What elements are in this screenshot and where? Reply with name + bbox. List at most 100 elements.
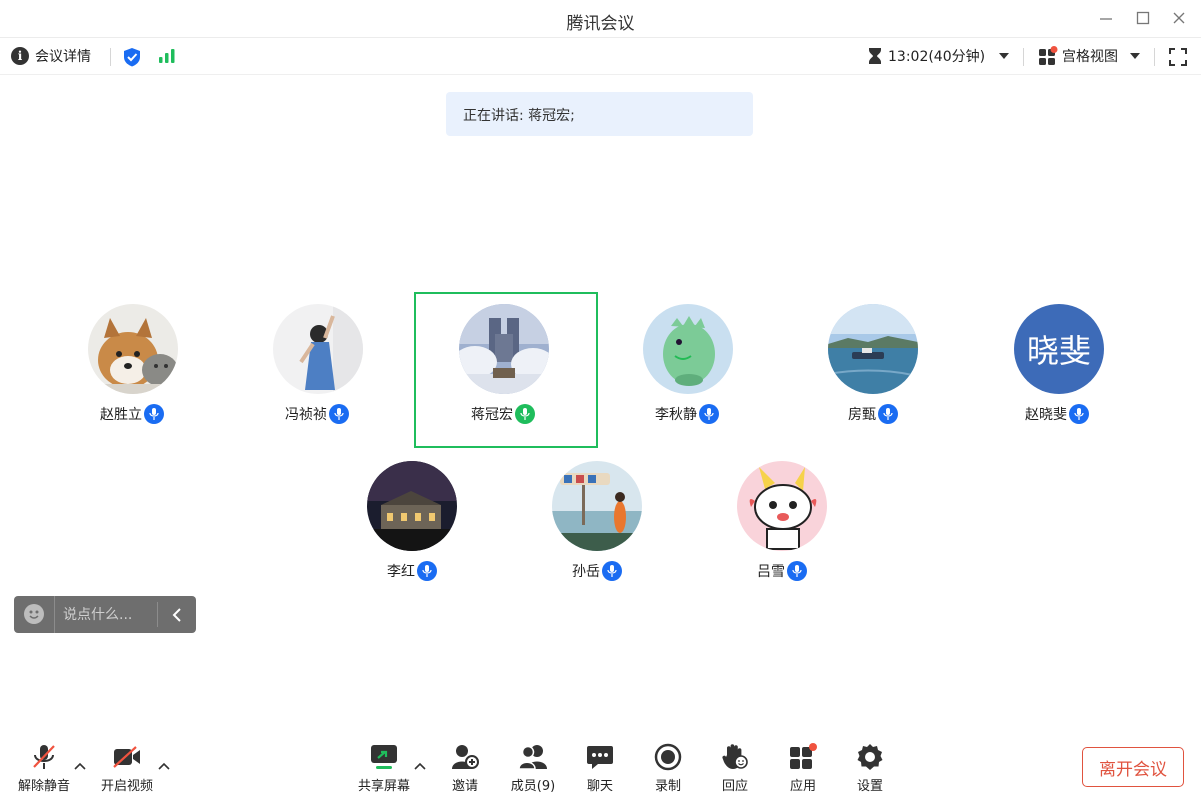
chat-bubble-icon [568, 742, 632, 772]
participant-name: 蒋冠宏 [471, 407, 513, 423]
participant-name: 赵胜立 [100, 407, 142, 423]
fullscreen-icon[interactable] [1169, 48, 1187, 66]
avatar [643, 304, 733, 394]
audio-options-caret[interactable] [73, 760, 87, 772]
settings-button[interactable]: 设置 [838, 738, 902, 792]
microphone-icon [787, 561, 807, 581]
participant-tile[interactable]: 孙岳 [505, 449, 689, 605]
share-options-caret[interactable] [413, 760, 427, 772]
maximize-icon [1136, 11, 1150, 25]
participant-tile-active[interactable]: 蒋冠宏 [414, 292, 598, 448]
settings-label: 设置 [856, 779, 883, 792]
close-icon [1173, 12, 1185, 24]
unmute-button[interactable]: 解除静音 [12, 738, 76, 792]
avatar [552, 461, 642, 551]
speaking-banner: 正在讲话: 蒋冠宏; [446, 92, 753, 136]
microphone-icon [699, 404, 719, 424]
participant-name: 李红 [387, 564, 415, 580]
leave-meeting-button[interactable]: 离开会议 [1082, 747, 1184, 787]
participant-name-row: 李秋静 [655, 404, 719, 424]
divider [110, 48, 111, 66]
react-button[interactable]: 回应 [703, 738, 767, 792]
divider [1023, 48, 1024, 66]
chevron-up-icon [158, 762, 170, 770]
meeting-timer[interactable]: 13:02(40分钟) [868, 46, 1010, 66]
security-shield-icon[interactable] [123, 47, 141, 67]
minimize-icon [1100, 18, 1112, 20]
chevron-up-icon [414, 762, 426, 770]
avatar: 晓斐 [1014, 304, 1104, 394]
participant-tile[interactable]: 李红 [320, 449, 504, 605]
avatar [828, 304, 918, 394]
participant-tile[interactable]: 赵胜立 [41, 292, 225, 448]
microphone-icon [878, 404, 898, 424]
avatar [88, 304, 178, 394]
participant-name: 冯祯祯 [285, 407, 327, 423]
chevron-down-icon [1130, 53, 1140, 59]
gear-icon [838, 742, 902, 772]
speaking-text: 正在讲话: 蒋冠宏; [463, 108, 575, 124]
participant-name: 孙岳 [572, 564, 600, 580]
participant-tile[interactable]: 晓斐 赵晓斐 [966, 292, 1150, 448]
participant-tile[interactable]: 冯祯祯 [226, 292, 410, 448]
add-person-icon [433, 742, 497, 772]
timer-text: 13:02(40分钟) [888, 49, 986, 65]
network-signal-icon[interactable] [158, 48, 176, 64]
participant-tile[interactable]: 房甄 [781, 292, 965, 448]
emoji-icon[interactable] [24, 604, 44, 624]
divider [1154, 48, 1155, 66]
participant-tile[interactable]: 吕雪 [690, 449, 874, 605]
unmute-label: 解除静音 [17, 779, 70, 792]
members-button[interactable]: 成员(9) [501, 738, 565, 792]
microphone-icon [515, 404, 535, 424]
close-button[interactable] [1167, 6, 1191, 30]
start-video-label: 开启视频 [100, 779, 153, 792]
app-title: 腾讯会议 [566, 14, 635, 34]
share-screen-button[interactable]: 共享屏幕 [352, 738, 416, 792]
avatar [367, 461, 457, 551]
microphone-icon [602, 561, 622, 581]
participant-name-row: 蒋冠宏 [471, 404, 535, 424]
apps-button[interactable]: 应用 [771, 738, 835, 792]
microphone-icon [329, 404, 349, 424]
chat-input[interactable] [54, 596, 158, 633]
microphone-icon [1069, 404, 1089, 424]
grid-view-button[interactable]: 宫格视图 [1038, 46, 1140, 66]
share-screen-icon [352, 742, 416, 772]
chevron-left-icon [172, 607, 181, 622]
microphone-icon [417, 561, 437, 581]
chevron-down-icon [999, 53, 1010, 59]
participant-name: 房甄 [848, 407, 876, 423]
meeting-info-bar: i 会议详情 13:02(40分钟) 宫格视图 [0, 38, 1201, 75]
record-button[interactable]: 录制 [636, 738, 700, 792]
avatar [273, 304, 363, 394]
participant-name: 赵晓斐 [1025, 407, 1067, 423]
start-video-button[interactable]: 开启视频 [95, 738, 159, 792]
participant-tile[interactable]: 李秋静 [596, 292, 780, 448]
meeting-details-button[interactable]: i 会议详情 [11, 46, 91, 66]
record-icon [636, 742, 700, 772]
view-label: 宫格视图 [1062, 49, 1118, 65]
collapse-chat-button[interactable] [157, 602, 196, 627]
chat-button[interactable]: 聊天 [568, 738, 632, 792]
participant-name-row: 房甄 [848, 404, 898, 424]
members-icon [501, 742, 565, 772]
participant-name-row: 李红 [387, 561, 437, 581]
avatar-initials: 晓斐 [1026, 332, 1091, 370]
participant-name-row: 孙岳 [572, 561, 622, 581]
avatar [737, 461, 827, 551]
share-screen-label: 共享屏幕 [357, 779, 410, 792]
info-icon: i [11, 47, 29, 65]
video-off-icon [95, 742, 159, 772]
muted-microphone-icon [12, 742, 76, 772]
maximize-button[interactable] [1131, 6, 1155, 30]
participant-name-row: 赵晓斐 [1025, 404, 1089, 424]
microphone-icon [144, 404, 164, 424]
invite-button[interactable]: 邀请 [433, 738, 497, 792]
title-bar: 腾讯会议 [0, 0, 1201, 38]
apps-icon [771, 742, 835, 772]
chevron-up-icon [74, 762, 86, 770]
minimize-button[interactable] [1094, 6, 1118, 30]
video-options-caret[interactable] [157, 760, 171, 772]
chat-quick-input [14, 596, 196, 633]
